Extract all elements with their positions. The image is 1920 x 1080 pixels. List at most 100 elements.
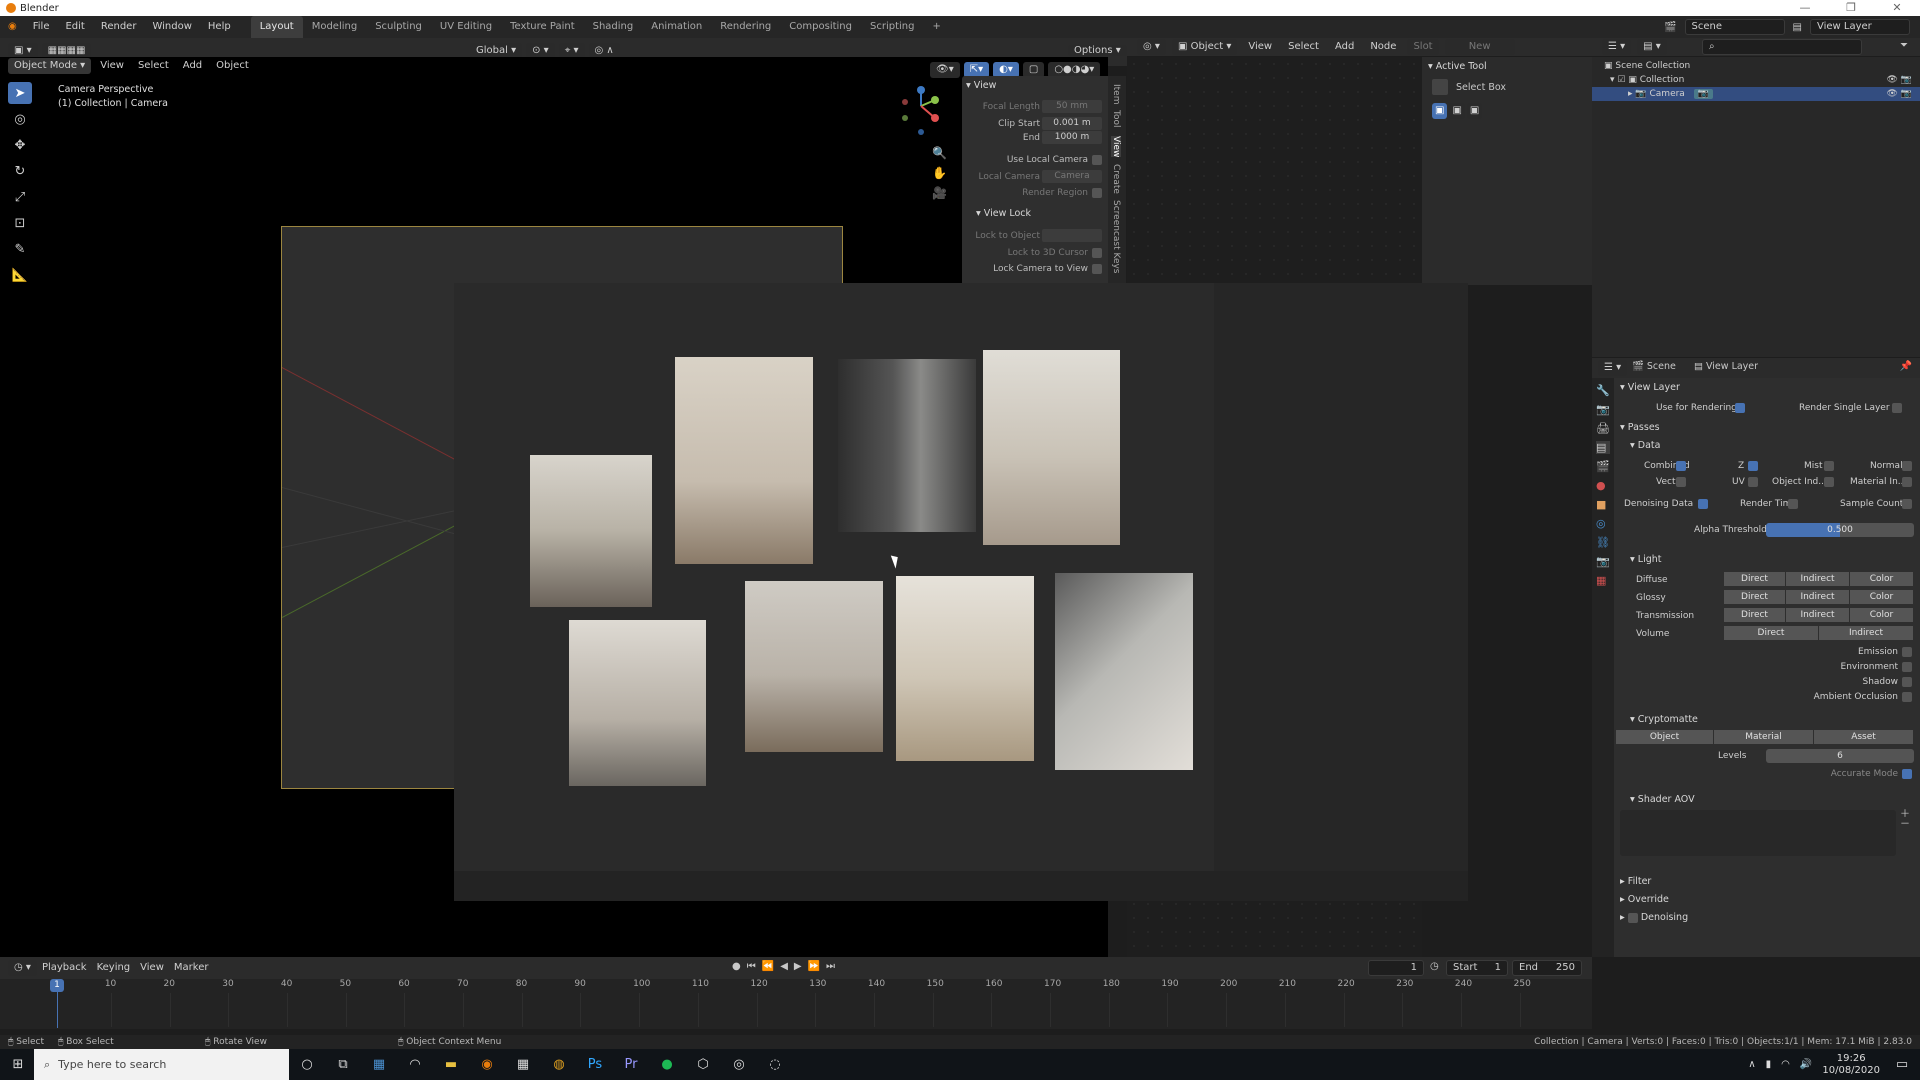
ambient-occlusion-checkbox[interactable] bbox=[1902, 692, 1912, 702]
world-tab-icon[interactable]: ● bbox=[1596, 479, 1610, 492]
prev-key-icon[interactable]: ⏪ bbox=[762, 961, 774, 972]
shader-type-select[interactable]: ▣ Object ▾ bbox=[1171, 39, 1238, 55]
local-camera-field[interactable]: Camera bbox=[1042, 170, 1102, 183]
object-mode-select[interactable]: Object Mode ▾ bbox=[8, 58, 92, 74]
navigation-gizmo[interactable] bbox=[895, 82, 945, 142]
jump-start-icon[interactable]: ⏮ bbox=[747, 961, 756, 972]
record-icon[interactable]: ● bbox=[732, 961, 741, 972]
z-checkbox[interactable] bbox=[1748, 461, 1758, 471]
play-reverse-icon[interactable]: ◀ bbox=[780, 961, 788, 972]
render-tab-icon[interactable]: 📷 bbox=[1596, 403, 1610, 416]
timeline-menu-marker[interactable]: Marker bbox=[169, 960, 214, 976]
blender-menu-icon[interactable]: ◉ bbox=[0, 16, 25, 38]
premiere-icon[interactable]: Pr bbox=[613, 1049, 649, 1080]
shadow-checkbox[interactable] bbox=[1902, 677, 1912, 687]
volume-icon[interactable]: 🔊 bbox=[1800, 1059, 1812, 1070]
clip-start-field[interactable]: 0.001 m bbox=[1042, 117, 1102, 130]
scene-selector[interactable]: Scene bbox=[1684, 19, 1785, 35]
current-frame-field[interactable]: 1 bbox=[1368, 960, 1424, 976]
photoshop-icon[interactable]: Ps bbox=[577, 1049, 613, 1080]
view-layer-selector[interactable]: View Layer bbox=[1810, 19, 1910, 35]
outliner-row-camera[interactable]: ▸ 📷 Camera 📷 👁 📷 bbox=[1592, 87, 1920, 101]
pin-icon[interactable]: 📌 bbox=[1900, 361, 1912, 372]
environment-checkbox[interactable] bbox=[1902, 662, 1912, 672]
minimize-button[interactable]: — bbox=[1782, 0, 1828, 16]
cryptomatte-subsection[interactable]: ▾ Cryptomatte bbox=[1630, 712, 1698, 728]
menu-file[interactable]: File bbox=[25, 16, 58, 38]
node-menu-node[interactable]: Node bbox=[1365, 39, 1401, 55]
diffuse-direct-button[interactable]: Direct bbox=[1724, 572, 1786, 586]
transform-tool-icon[interactable]: ⊡ bbox=[8, 212, 32, 234]
crypto-material-button[interactable]: Material bbox=[1714, 730, 1814, 744]
cursor-tool-icon[interactable]: ◎ bbox=[8, 108, 32, 130]
texture-tab-icon[interactable]: ▦ bbox=[1596, 574, 1610, 587]
node-menu-view[interactable]: View bbox=[1243, 39, 1277, 55]
view-lock-section-header[interactable]: ▾ View Lock bbox=[976, 206, 1031, 222]
view-section-header[interactable]: ▾ View bbox=[966, 78, 996, 94]
tool-tab-icon[interactable]: 🔧 bbox=[1596, 384, 1610, 397]
combined-checkbox[interactable] bbox=[1676, 461, 1686, 471]
tray-icon[interactable]: ▮ bbox=[1766, 1059, 1772, 1070]
notifications-icon[interactable]: ▭ bbox=[1884, 1049, 1920, 1080]
playhead[interactable]: 1 bbox=[50, 979, 64, 992]
menu-edit[interactable]: Edit bbox=[57, 16, 92, 38]
zoom-icon[interactable]: 🔍 bbox=[932, 146, 947, 160]
tab-layout[interactable]: Layout bbox=[250, 16, 303, 38]
slot-select[interactable]: Slot bbox=[1407, 39, 1439, 55]
mist-checkbox[interactable] bbox=[1824, 461, 1834, 471]
constraints-tab-icon[interactable]: ⛓ bbox=[1596, 536, 1610, 549]
pan-hand-icon[interactable]: ✋ bbox=[932, 166, 947, 180]
tab-rendering[interactable]: Rendering bbox=[711, 16, 780, 38]
object-index-checkbox[interactable] bbox=[1824, 477, 1834, 487]
tab-sculpting[interactable]: Sculpting bbox=[366, 16, 431, 38]
node-menu-add[interactable]: Add bbox=[1330, 39, 1359, 55]
obs-icon[interactable]: ◎ bbox=[721, 1049, 757, 1080]
volume-direct-button[interactable]: Direct bbox=[1724, 626, 1819, 640]
filter-icon[interactable]: ⏷ bbox=[1900, 40, 1908, 51]
diffuse-color-button[interactable]: Color bbox=[1850, 572, 1914, 586]
spotify-icon[interactable]: ● bbox=[649, 1049, 685, 1080]
render-single-layer-checkbox[interactable] bbox=[1892, 403, 1902, 413]
filter-section[interactable]: ▸ Filter bbox=[1620, 874, 1651, 890]
visibility-eye-icon[interactable]: 👁 📷 bbox=[1887, 73, 1913, 87]
properties-scene-crumb[interactable]: 🎬 Scene bbox=[1632, 361, 1676, 372]
object-data-tab-icon[interactable]: 📷 bbox=[1596, 555, 1610, 568]
cortana-icon[interactable]: ○ bbox=[289, 1049, 325, 1080]
close-button[interactable]: ✕ bbox=[1874, 0, 1920, 16]
sidebar-tab-tool[interactable]: Tool bbox=[1111, 110, 1121, 127]
timeline-editor-type[interactable]: ◷ ▾ bbox=[8, 960, 37, 976]
tray-expand-icon[interactable]: ∧ bbox=[1748, 1059, 1755, 1070]
network-icon[interactable]: ◠ bbox=[1781, 1059, 1790, 1070]
accurate-mode-checkbox[interactable] bbox=[1902, 769, 1912, 779]
measure-tool-icon[interactable]: 📐 bbox=[8, 264, 32, 286]
app-icon[interactable]: ◌ bbox=[757, 1049, 793, 1080]
app-icon[interactable]: ◠ bbox=[397, 1049, 433, 1080]
menu-window[interactable]: Window bbox=[144, 16, 199, 38]
windows-start-icon[interactable]: ⊞ bbox=[0, 1049, 36, 1080]
select-box-tool-icon[interactable]: ➤ bbox=[8, 82, 32, 104]
emission-checkbox[interactable] bbox=[1902, 647, 1912, 657]
add-workspace-button[interactable]: + bbox=[923, 16, 949, 38]
task-view-icon[interactable]: ⧉ bbox=[325, 1049, 361, 1080]
sidebar-tab-create[interactable]: Create bbox=[1111, 164, 1121, 194]
menu-render[interactable]: Render bbox=[93, 16, 145, 38]
lock-to-object-field[interactable] bbox=[1042, 229, 1102, 242]
camera-view-icon[interactable]: 🎥 bbox=[932, 186, 947, 200]
transmission-color-button[interactable]: Color bbox=[1850, 608, 1914, 622]
vector-checkbox[interactable] bbox=[1676, 477, 1686, 487]
timeline-menu-view[interactable]: View bbox=[135, 960, 169, 976]
material-index-checkbox[interactable] bbox=[1902, 477, 1912, 487]
file-explorer-icon[interactable]: ▬ bbox=[433, 1049, 469, 1080]
jump-end-icon[interactable]: ⏭ bbox=[826, 961, 835, 972]
alpha-threshold-slider[interactable]: 0.500 bbox=[1766, 523, 1914, 537]
tab-uv-editing[interactable]: UV Editing bbox=[431, 16, 501, 38]
render-region-checkbox[interactable] bbox=[1092, 188, 1102, 198]
app-icon[interactable]: ⬡ bbox=[685, 1049, 721, 1080]
use-local-camera-checkbox[interactable] bbox=[1092, 155, 1102, 165]
tab-animation[interactable]: Animation bbox=[642, 16, 711, 38]
scene-tab-icon[interactable]: 🎬 bbox=[1596, 460, 1610, 473]
remove-aov-button[interactable]: － bbox=[1900, 820, 1910, 830]
annotate-tool-icon[interactable]: ✎ bbox=[8, 238, 32, 260]
menu-help[interactable]: Help bbox=[200, 16, 239, 38]
outliner-search-input[interactable]: ⌕ bbox=[1702, 39, 1862, 55]
